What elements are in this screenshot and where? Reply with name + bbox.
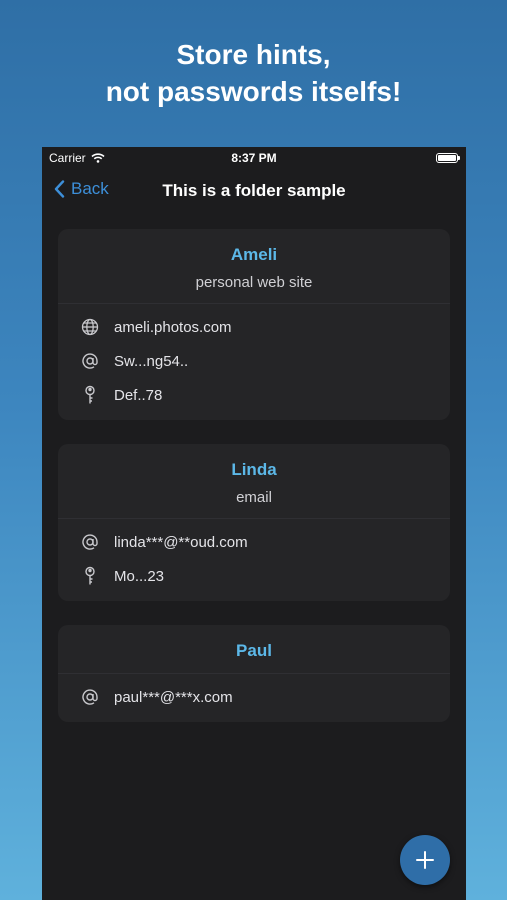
list-item[interactable]: paul***@***x.com — [58, 680, 450, 714]
list-item[interactable]: ameli.photos.com — [58, 310, 450, 344]
headline-line-1: Store hints, — [176, 39, 331, 70]
status-bar: Carrier 8:37 PM — [42, 147, 466, 169]
entry-card-paul[interactable]: Paul paul***@***x.com — [58, 625, 450, 722]
entry-card-linda[interactable]: Linda email linda***@**oud.com Mo...23 — [58, 444, 450, 601]
entry-description: personal web site — [195, 274, 313, 291]
phone-screen: Carrier 8:37 PM Back This is a folder sa… — [42, 147, 466, 900]
status-time: 8:37 PM — [231, 151, 277, 165]
entry-value: ameli.photos.com — [114, 318, 232, 336]
headline-line-2: not passwords itselfs! — [105, 76, 402, 107]
page-title: This is a folder sample — [162, 181, 346, 200]
entry-value: Def..78 — [114, 386, 163, 404]
add-entry-button[interactable] — [400, 835, 450, 885]
list-item[interactable]: Mo...23 — [58, 559, 450, 593]
card-body: ameli.photos.com Sw...ng54.. Def..78 — [58, 304, 450, 420]
entry-name: Paul — [236, 641, 272, 660]
entry-value: paul***@***x.com — [114, 688, 233, 706]
key-icon — [80, 385, 100, 405]
globe-icon — [80, 317, 100, 337]
entry-value: Sw...ng54.. — [114, 352, 189, 370]
list-item[interactable]: linda***@**oud.com — [58, 525, 450, 559]
entry-value: linda***@**oud.com — [114, 533, 248, 551]
card-header: Ameli personal web site — [58, 229, 450, 304]
card-header: Paul — [58, 625, 450, 674]
at-icon — [80, 351, 100, 371]
entry-name: Linda — [231, 460, 277, 479]
at-icon — [80, 687, 100, 707]
entry-description: email — [236, 489, 272, 506]
at-icon — [80, 532, 100, 552]
navigation-bar: Back This is a folder sample — [42, 169, 466, 213]
battery-icon — [436, 153, 460, 163]
entry-value: Mo...23 — [114, 567, 165, 585]
entry-name: Ameli — [230, 245, 278, 264]
entry-list: Ameli personal web site ameli.photos.com — [58, 229, 450, 746]
list-item[interactable]: Def..78 — [58, 378, 450, 412]
entry-card-ameli[interactable]: Ameli personal web site ameli.photos.com — [58, 229, 450, 420]
card-header: Linda email — [58, 444, 450, 519]
key-icon — [80, 566, 100, 586]
plus-icon — [416, 851, 434, 869]
card-body: paul***@***x.com — [58, 674, 450, 722]
card-body: linda***@**oud.com Mo...23 — [58, 519, 450, 601]
promo-headline: Store hints, not passwords itselfs! — [0, 36, 507, 110]
list-item[interactable]: Sw...ng54.. — [58, 344, 450, 378]
